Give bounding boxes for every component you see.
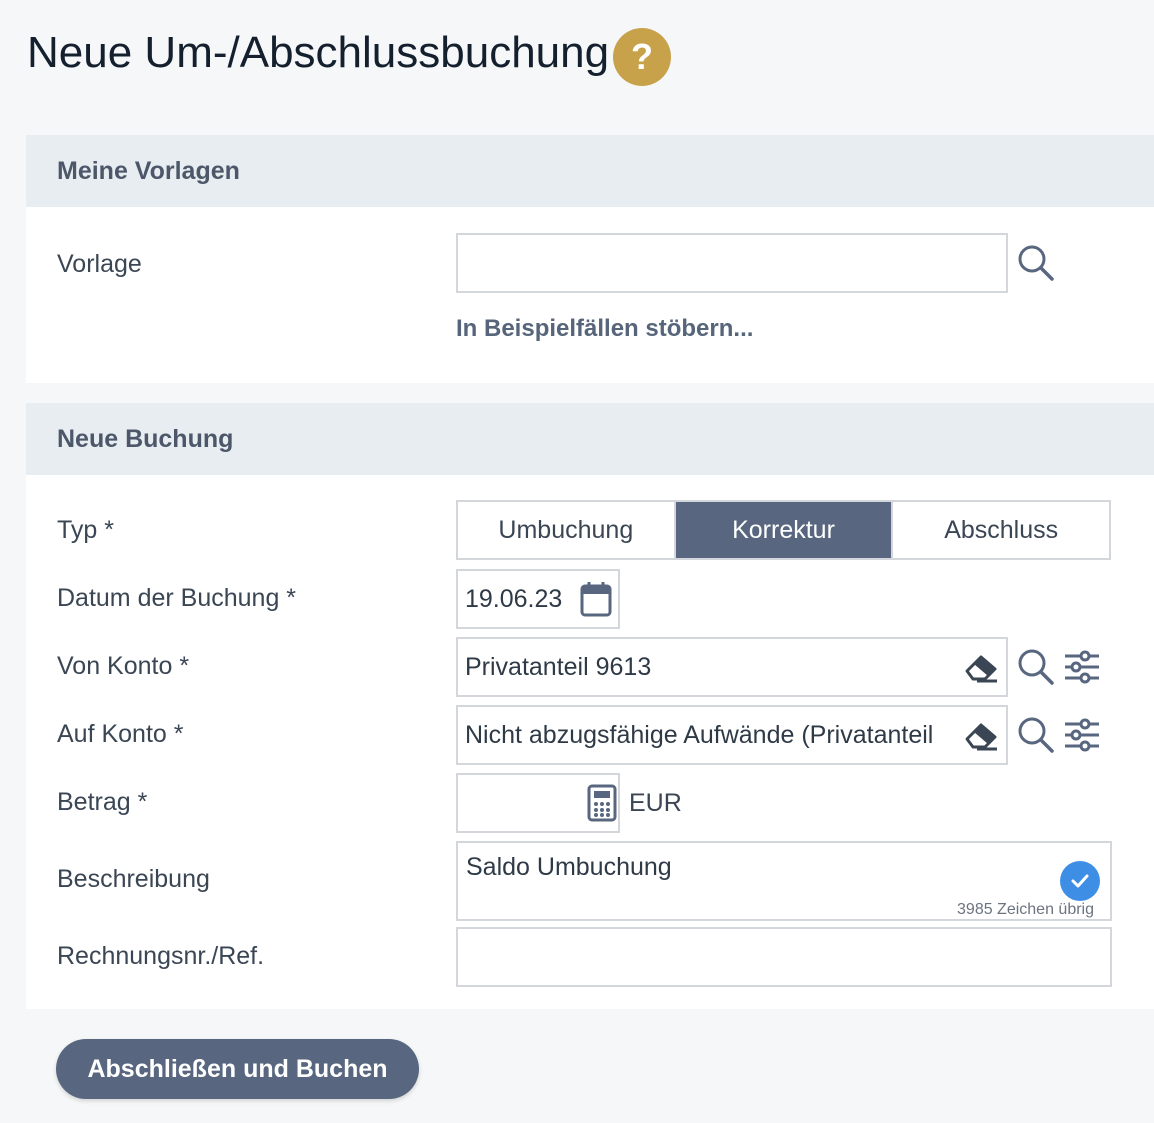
eraser-icon[interactable] (962, 649, 1000, 685)
browse-examples-link[interactable]: In Beispielfällen stöbern... (456, 315, 753, 343)
page-title: Neue Um-/Abschlussbuchung (27, 28, 610, 77)
von-konto-value: Privatanteil 9613 (465, 652, 652, 681)
von-konto-label: Von Konto * (57, 652, 190, 680)
filter-settings-icon[interactable] (1062, 649, 1102, 685)
currency-label: EUR (629, 789, 682, 817)
typ-option-abschluss[interactable]: Abschluss (893, 502, 1109, 558)
search-icon[interactable] (1016, 243, 1056, 283)
datum-label: Datum der Buchung * (57, 584, 297, 612)
rechnung-input[interactable] (456, 927, 1112, 987)
templates-header: Meine Vorlagen (26, 135, 1154, 207)
rechnung-label: Rechnungsnr./Ref. (57, 942, 265, 970)
beschreibung-textarea[interactable]: Saldo Umbuchung 3985 Zeichen übrig (456, 841, 1112, 921)
filter-settings-icon[interactable] (1062, 717, 1102, 753)
check-icon (1060, 861, 1100, 901)
typ-label: Typ * (57, 516, 114, 544)
auf-konto-label: Auf Konto * (57, 720, 184, 748)
betrag-label: Betrag * (57, 788, 148, 816)
beschreibung-label: Beschreibung (57, 865, 210, 893)
help-icon[interactable]: ? (613, 28, 671, 86)
typ-option-korrektur[interactable]: Korrektur (675, 502, 894, 558)
calculator-icon[interactable] (584, 783, 620, 823)
datum-value: 19.06.23 (465, 584, 563, 613)
auf-konto-value: Nicht abzugsfähige Aufwände (Privatantei… (465, 720, 934, 749)
search-icon[interactable] (1016, 715, 1056, 755)
eraser-icon[interactable] (962, 717, 1000, 753)
auf-konto-input[interactable]: Nicht abzugsfähige Aufwände (Privatantei… (456, 705, 1008, 765)
booking-section: Neue Buchung Typ * Umbuchung Korrektur A… (26, 403, 1154, 1009)
templates-section: Meine Vorlagen Vorlage In Beispielfällen… (26, 135, 1154, 383)
search-icon[interactable] (1016, 647, 1056, 687)
typ-segmented-control: Umbuchung Korrektur Abschluss (456, 500, 1111, 560)
booking-header: Neue Buchung (26, 403, 1154, 475)
calendar-icon[interactable] (578, 579, 614, 619)
submit-button[interactable]: Abschließen und Buchen (56, 1039, 419, 1099)
vorlage-input[interactable] (456, 233, 1008, 293)
beschreibung-value: Saldo Umbuchung (466, 853, 672, 881)
von-konto-input[interactable]: Privatanteil 9613 (456, 637, 1008, 697)
chars-left-counter: 3985 Zeichen übrig (957, 901, 1094, 918)
vorlage-label: Vorlage (57, 250, 142, 278)
typ-option-umbuchung[interactable]: Umbuchung (458, 502, 676, 558)
